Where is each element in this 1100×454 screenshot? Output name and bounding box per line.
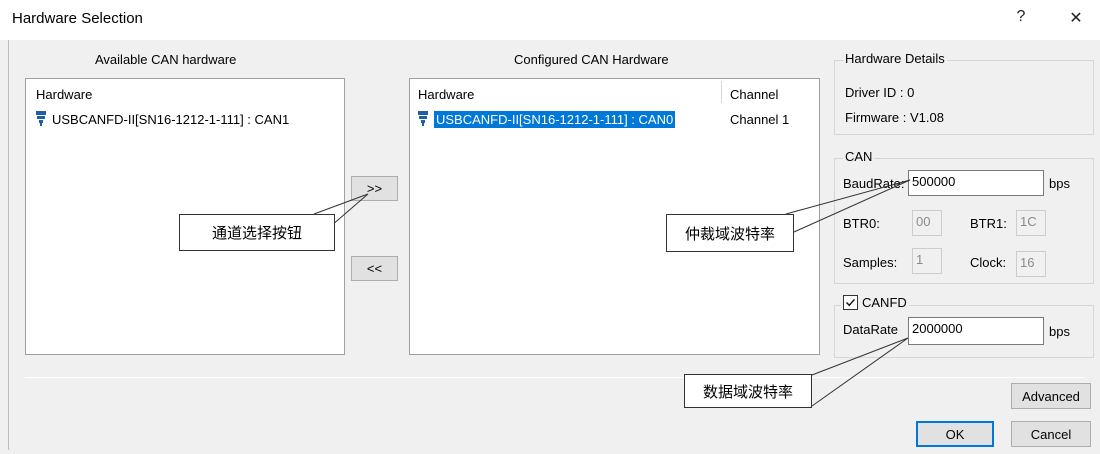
arbitration-baud-callout: 仲裁域波特率 [666,214,794,252]
callout-leaders [313,179,911,407]
data-baud-callout: 数据域波特率 [684,374,812,408]
channel-button-callout: 通道选择按钮 [179,214,335,251]
